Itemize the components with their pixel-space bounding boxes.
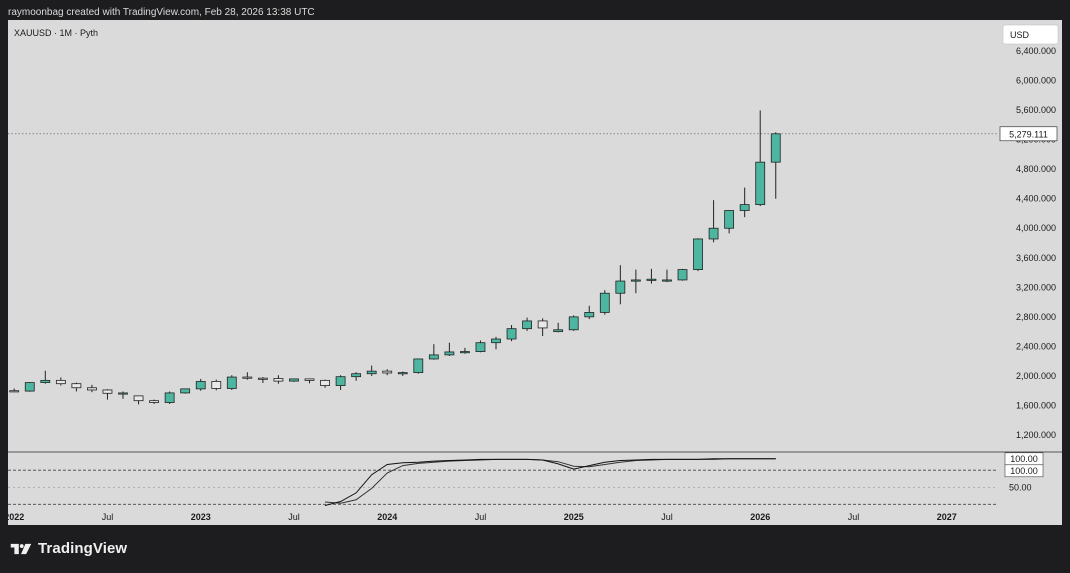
candle-body[interactable]: [584, 312, 595, 318]
candle-body[interactable]: [211, 381, 222, 389]
candle-body[interactable]: [366, 370, 377, 375]
y-tick-label: 3,600.000: [1016, 253, 1056, 263]
stoch-k-label: 100.00: [1010, 454, 1038, 464]
candle-body[interactable]: [568, 316, 579, 331]
candle-body[interactable]: [755, 161, 766, 206]
tradingview-logo-icon: [10, 543, 32, 554]
candle-body[interactable]: [55, 379, 66, 385]
candlestick-chart[interactable]: 6,400.0006,000.0005,600.0005,200.0004,80…: [8, 20, 1062, 525]
candle-body[interactable]: [662, 279, 672, 282]
candle-body[interactable]: [739, 204, 750, 211]
x-tick-label: Jul: [661, 512, 673, 522]
candle-body[interactable]: [537, 320, 548, 329]
candle-body[interactable]: [677, 269, 688, 281]
candle-body[interactable]: [24, 382, 35, 392]
candle-body[interactable]: [615, 280, 626, 294]
chart-caption: raymoonbag created with TradingView.com,…: [8, 7, 315, 18]
x-tick-label: Jul: [848, 512, 860, 522]
candle-body[interactable]: [242, 376, 253, 379]
stoch-mid-label: 50.00: [1009, 482, 1032, 492]
y-tick-label: 5,600.000: [1016, 105, 1056, 115]
candle-body[interactable]: [289, 378, 299, 382]
y-tick-label: 1,600.000: [1016, 400, 1056, 410]
y-tick-label: 2,400.000: [1016, 341, 1056, 351]
candle-body[interactable]: [226, 376, 237, 389]
chart-panel[interactable]: 6,400.0006,000.0005,600.0005,200.0004,80…: [8, 20, 1062, 525]
candle-body[interactable]: [273, 378, 284, 382]
candle-body[interactable]: [71, 383, 82, 389]
candle-body[interactable]: [335, 376, 346, 386]
y-tick-label: 3,200.000: [1016, 282, 1056, 292]
x-tick-label: 2023: [191, 512, 211, 522]
x-tick-label: 2022: [8, 512, 24, 522]
candle-body[interactable]: [630, 279, 641, 282]
x-tick-label: Jul: [475, 512, 487, 522]
y-tick-label: 4,800.000: [1016, 164, 1056, 174]
candle-body[interactable]: [382, 370, 393, 374]
candle-body[interactable]: [599, 292, 610, 313]
candle-body[interactable]: [149, 400, 159, 403]
candle-body[interactable]: [164, 392, 175, 403]
x-tick-label: 2025: [564, 512, 584, 522]
x-tick-label: 2026: [750, 512, 770, 522]
candle-body[interactable]: [553, 329, 564, 333]
candle-body[interactable]: [195, 381, 206, 390]
candle-body[interactable]: [522, 320, 532, 330]
candle-body[interactable]: [118, 392, 128, 395]
candle-body[interactable]: [180, 388, 191, 394]
y-tick-label: 4,400.000: [1016, 194, 1056, 204]
candle-body[interactable]: [87, 387, 97, 391]
candle-body[interactable]: [304, 378, 315, 381]
y-tick-label: 1,200.000: [1016, 430, 1056, 440]
candle-body[interactable]: [133, 395, 144, 402]
y-tick-label: 2,800.000: [1016, 312, 1056, 322]
x-tick-label: Jul: [288, 512, 300, 522]
candle-body[interactable]: [9, 390, 20, 393]
candle-body[interactable]: [40, 379, 51, 383]
candle-body[interactable]: [708, 227, 719, 240]
candle-body[interactable]: [460, 351, 470, 354]
candle-body[interactable]: [102, 389, 113, 394]
y-tick-label: 2,000.000: [1016, 371, 1056, 381]
x-tick-label: Jul: [102, 512, 114, 522]
candle-body[interactable]: [428, 354, 439, 360]
x-tick-label: 2024: [377, 512, 397, 522]
candle-body[interactable]: [397, 372, 408, 375]
candle-body[interactable]: [320, 379, 330, 386]
candle-body[interactable]: [770, 133, 781, 163]
candle-body[interactable]: [506, 328, 517, 340]
y-tick-label: 6,400.000: [1016, 46, 1056, 56]
stoch-d-label: 100.00: [1010, 466, 1038, 476]
y-tick-label: 4,000.000: [1016, 223, 1056, 233]
candle-body[interactable]: [693, 238, 703, 270]
candle-body[interactable]: [646, 278, 657, 281]
stoch-d-line: [324, 458, 776, 504]
candle-body[interactable]: [491, 338, 501, 344]
y-tick-label: 6,000.000: [1016, 76, 1056, 86]
candle-body[interactable]: [257, 377, 268, 380]
candle-body[interactable]: [444, 351, 455, 356]
tradingview-wordmark: TradingView: [38, 540, 128, 557]
tradingview-brand: TradingView: [10, 540, 127, 557]
candle-body[interactable]: [724, 210, 735, 229]
symbol-label: XAUUSD · 1M · Pyth: [14, 28, 98, 38]
stoch-k-line: [324, 458, 776, 506]
candle-body[interactable]: [475, 342, 486, 352]
candle-body[interactable]: [351, 373, 362, 378]
currency-label: USD: [1010, 30, 1030, 40]
candle-body[interactable]: [413, 358, 424, 374]
last-price-label: 5,279.111: [1009, 129, 1048, 139]
x-tick-label: 2027: [937, 512, 957, 522]
